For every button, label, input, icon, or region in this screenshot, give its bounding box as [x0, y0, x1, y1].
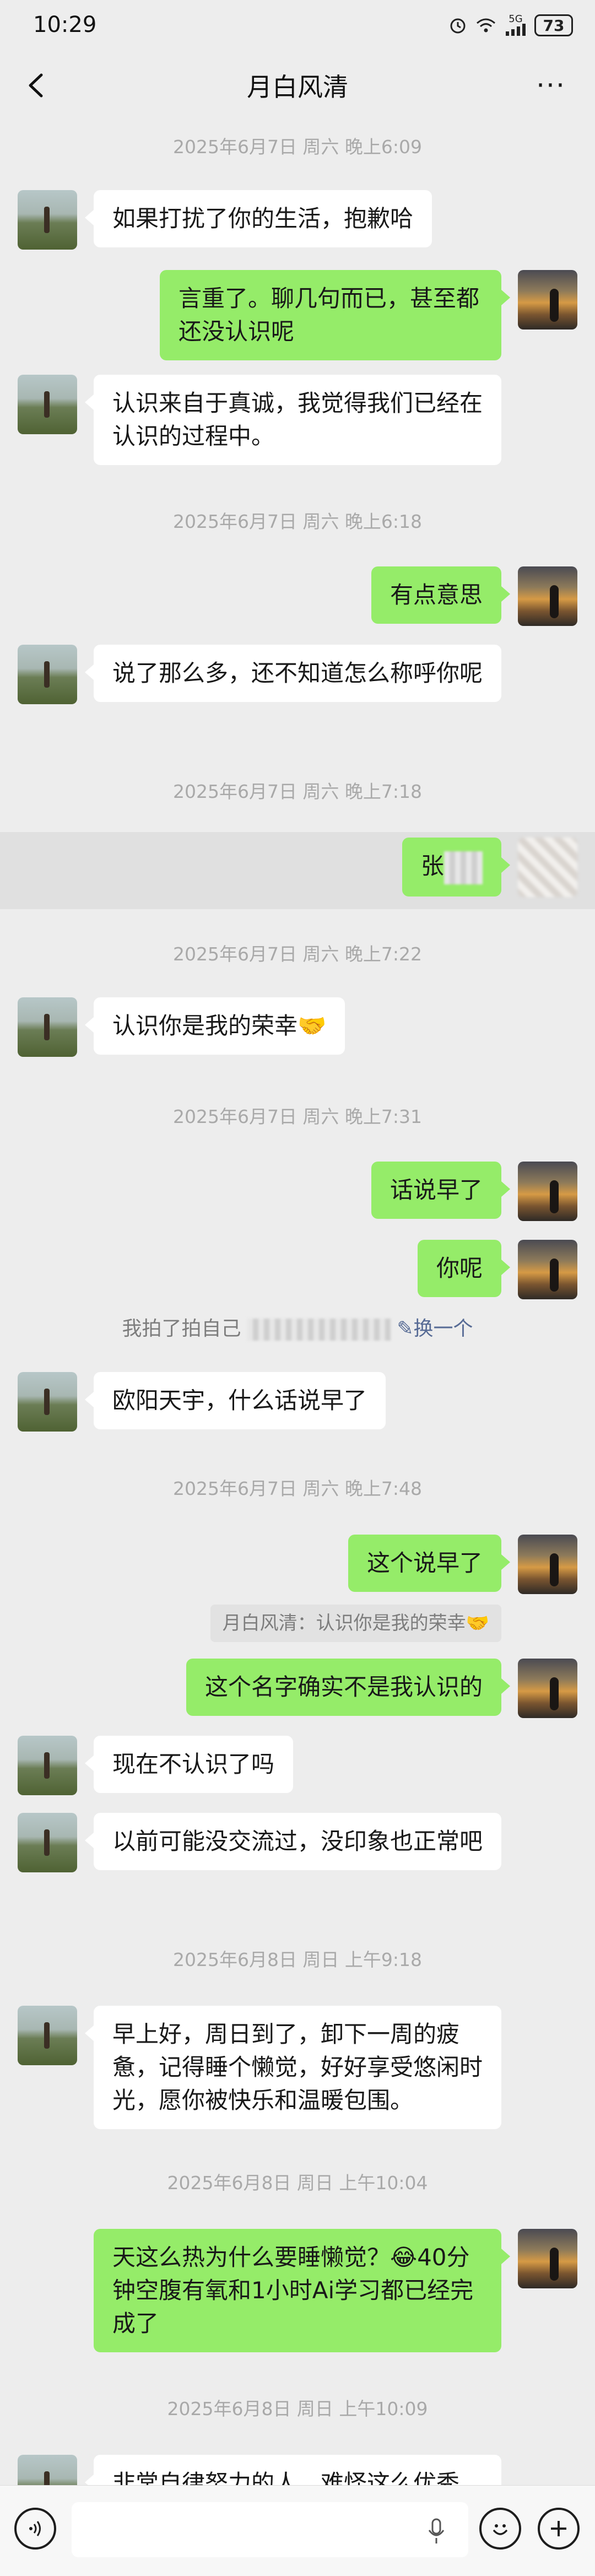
- network-type-label: 5G: [509, 13, 523, 25]
- timestamp: 2025年6月8日 周日 上午10:04: [167, 2172, 428, 2194]
- status-bar: 10:29 5G 73: [0, 0, 595, 50]
- voice-mode-button[interactable]: [14, 2508, 56, 2550]
- timestamp: 2025年6月7日 周六 晚上6:18: [172, 511, 423, 532]
- chat-title: 月白风清: [247, 72, 348, 102]
- contact-avatar[interactable]: [18, 2006, 77, 2065]
- chat-message-list[interactable]: 2025年6月7日 周六 晚上6:09 如果打扰了你的生活，抱歉哈 言重了。聊几…: [0, 121, 595, 2485]
- status-time: 10:29: [33, 12, 97, 37]
- quoted-message[interactable]: 月白风清：认识你是我的荣幸🤝: [210, 1605, 501, 1642]
- contact-avatar[interactable]: [18, 1372, 77, 1432]
- status-icons: 5G 73: [448, 13, 573, 37]
- contact-avatar[interactable]: [18, 2455, 77, 2485]
- mic-icon[interactable]: [424, 2518, 448, 2545]
- message-bubble-received[interactable]: 非常自律努力的人。难怪这么优秀。: [85, 2455, 501, 2485]
- message-bubble-sent[interactable]: 这个名字确实不是我认识的: [186, 1659, 511, 1716]
- more-button[interactable]: ···: [529, 66, 573, 105]
- message-bubble-received[interactable]: 欧阳天宇，什么话说早了: [84, 1372, 386, 1429]
- my-avatar[interactable]: [518, 2229, 577, 2288]
- message-bubble-received[interactable]: 现在不认识了吗: [84, 1736, 294, 1793]
- alarm-icon: [448, 16, 467, 35]
- more-functions-button[interactable]: [538, 2508, 580, 2550]
- my-avatar[interactable]: [518, 566, 577, 626]
- contact-avatar[interactable]: [18, 645, 77, 704]
- wifi-icon: [475, 17, 497, 34]
- my-avatar[interactable]: [518, 1162, 577, 1221]
- timestamp: 2025年6月7日 周六 晚上7:31: [172, 1106, 423, 1127]
- voice-icon: [29, 2521, 41, 2536]
- message-input[interactable]: [72, 2502, 468, 2557]
- message-bubble-sent[interactable]: 言重了。聊几句而已，甚至都还没认识呢: [160, 270, 510, 360]
- redacted-text-block: [444, 851, 483, 884]
- timestamp: 2025年6月7日 周六 晚上7:22: [172, 943, 423, 965]
- message-bubble-sent[interactable]: 有点意思: [371, 566, 511, 624]
- my-avatar[interactable]: [518, 1240, 577, 1299]
- emoji-icon: [493, 2524, 507, 2535]
- message-bubble-received[interactable]: 说了那么多，还不知道怎么称呼你呢: [85, 645, 501, 702]
- contact-avatar[interactable]: [18, 1736, 77, 1795]
- message-bubble-sent[interactable]: 话说早了: [371, 1162, 511, 1219]
- message-text: 张: [420, 852, 444, 879]
- signal-icon: 5G: [505, 13, 527, 36]
- edit-icon: ✎: [397, 1317, 414, 1340]
- timestamp: 2025年6月7日 周六 晚上7:18: [172, 781, 423, 802]
- battery-indicator: 73: [534, 14, 573, 36]
- more-icon: ···: [536, 69, 566, 101]
- my-avatar[interactable]: [518, 1535, 577, 1594]
- contact-avatar[interactable]: [18, 375, 77, 434]
- pat-text: 我拍了拍自己: [122, 1317, 241, 1340]
- my-avatar[interactable]: [518, 1659, 577, 1718]
- timestamp: 2025年6月8日 周日 上午9:18: [172, 1949, 423, 1970]
- chat-header: 月白风清 ···: [0, 50, 595, 121]
- contact-avatar[interactable]: [18, 997, 77, 1057]
- my-avatar[interactable]: [518, 270, 577, 330]
- message-bubble-received[interactable]: 认识来自于真诚，我觉得我们已经在认识的过程中。: [85, 375, 501, 465]
- message-bubble-sent[interactable]: 你呢: [417, 1240, 511, 1297]
- redacted-pat-suffix: [247, 1319, 391, 1341]
- message-bubble-sent[interactable]: 这个说早了: [348, 1535, 511, 1592]
- contact-avatar[interactable]: [18, 1813, 77, 1872]
- plus-icon: [551, 2521, 566, 2536]
- contact-avatar[interactable]: [18, 190, 77, 250]
- message-bubble-received[interactable]: 如果打扰了你的生活，抱歉哈: [84, 190, 432, 247]
- timestamp: 2025年6月7日 周六 晚上7:48: [172, 1478, 423, 1499]
- input-bar: [0, 2485, 595, 2576]
- pat-system-message: 我拍了拍自己 ✎换一个: [0, 1313, 595, 1341]
- emoji-button[interactable]: [479, 2508, 521, 2550]
- timestamp: 2025年6月8日 周日 上午10:09: [167, 2398, 428, 2420]
- message-bubble-received[interactable]: 早上好，周日到了，卸下一周的疲惫，记得睡个懒觉，好好享受悠闲时光，愿你被快乐和温…: [85, 2006, 501, 2129]
- change-pat-link[interactable]: 换一个: [414, 1317, 473, 1340]
- timestamp: 2025年6月7日 周六 晚上6:09: [172, 136, 423, 158]
- message-bubble-sent[interactable]: 天这么热为什么要睡懒觉？😂40分钟空腹有氧和1小时Ai学习都已经完成了: [94, 2229, 510, 2352]
- message-bubble-received[interactable]: 以前可能没交流过，没印象也正常吧: [85, 1813, 501, 1870]
- my-avatar[interactable]: [518, 838, 577, 897]
- message-bubble-received[interactable]: 认识你是我的荣幸🤝: [84, 997, 345, 1055]
- message-bubble-sent[interactable]: 张: [402, 838, 511, 897]
